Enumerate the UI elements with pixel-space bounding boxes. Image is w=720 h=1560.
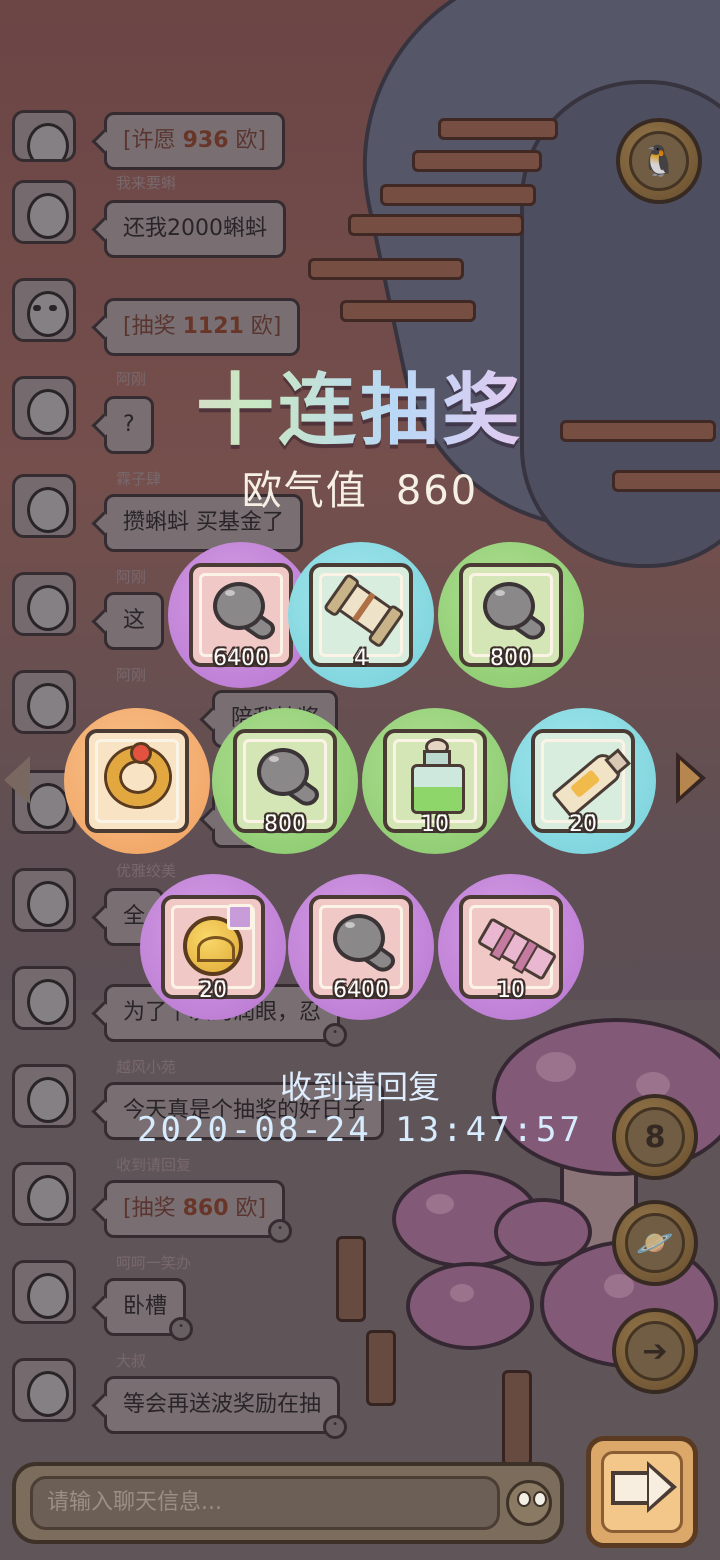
chat-input-bar: 请输入聊天信息... — [12, 1462, 564, 1544]
reward-item[interactable]: 10 — [362, 708, 508, 854]
reward-item[interactable]: 20 — [510, 708, 656, 854]
draw-timestamp: 2020-08-24 13:47:57 — [137, 1110, 583, 1150]
reward-quantity: 20 — [569, 812, 597, 837]
reward-item[interactable]: 10 — [438, 874, 584, 1020]
emoji-icon — [517, 1491, 531, 1507]
reward-item[interactable]: 800 — [212, 708, 358, 854]
luck-value-row: 欧气值 860 — [0, 458, 720, 516]
reward-item[interactable]: 20 — [140, 874, 286, 1020]
tadpole-icon — [471, 572, 551, 652]
send-button[interactable] — [586, 1436, 698, 1548]
coin-icon — [173, 904, 253, 984]
notice-title: 收到请回复 — [279, 1068, 440, 1106]
chat-input[interactable]: 请输入聊天信息... — [30, 1476, 500, 1530]
reward-item[interactable]: 800 — [438, 542, 584, 688]
reward-item[interactable]: 6400 — [288, 874, 434, 1020]
reward-quantity: 800 — [490, 646, 532, 671]
reward-quantity: 6400 — [333, 978, 389, 1003]
scroll-icon — [321, 572, 406, 652]
reward-item[interactable] — [64, 708, 210, 854]
emoji-button[interactable] — [506, 1480, 552, 1526]
reward-quantity: 20 — [199, 978, 227, 1003]
telescope-icon — [471, 904, 558, 984]
reward-quantity: 10 — [421, 812, 449, 837]
tadpole-icon — [201, 572, 281, 652]
tube-icon — [543, 738, 631, 819]
reward-item[interactable]: 4 — [288, 542, 434, 688]
tadpole-icon — [321, 904, 401, 984]
reward-quantity: 4 — [354, 646, 368, 671]
reward-quantity: 800 — [264, 812, 306, 837]
draw-title: 十连抽奖 — [0, 348, 720, 460]
puzzle-piece-icon — [227, 904, 253, 930]
luck-value: 860 — [395, 468, 479, 514]
tadpole-icon — [245, 738, 325, 818]
luck-label: 欧气值 — [241, 468, 368, 514]
ring-icon — [97, 738, 177, 818]
reward-quantity: 10 — [497, 978, 525, 1003]
potion-icon — [395, 738, 475, 818]
